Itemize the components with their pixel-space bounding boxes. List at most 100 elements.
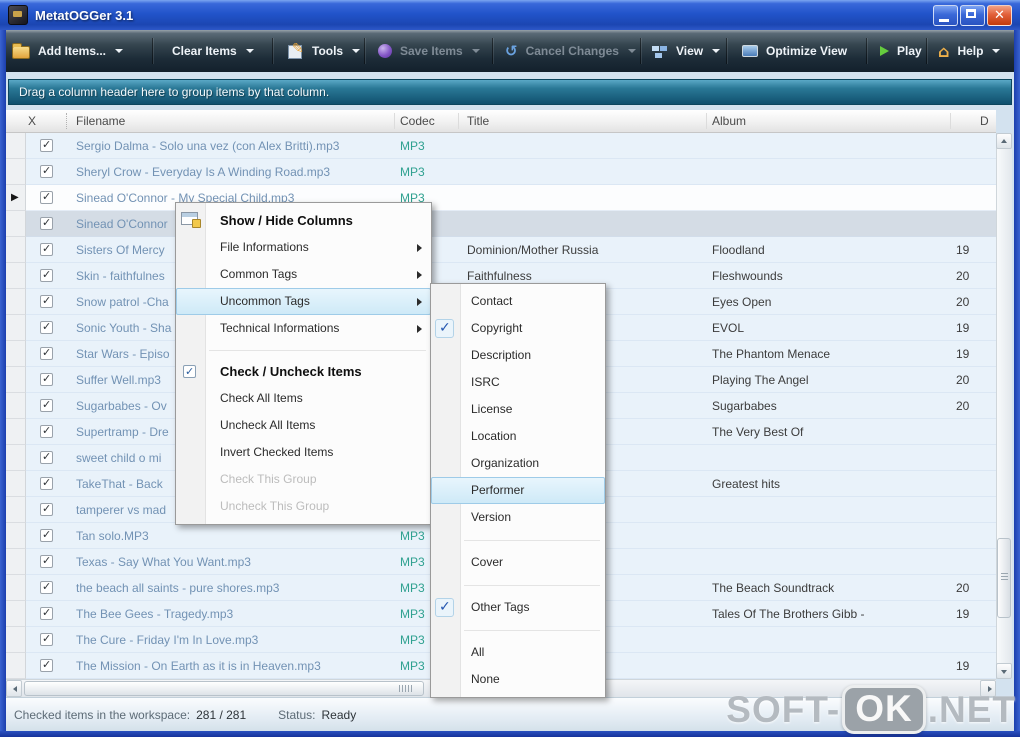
menu-item-license[interactable]: License [431,396,605,423]
column-header-filename[interactable]: Filename [76,110,125,133]
toolbar-button-add-items[interactable]: Add Items... [12,30,124,72]
column-header-title[interactable]: Title [467,110,489,133]
menu-item-check-all-items[interactable]: Check All Items [176,385,431,412]
row-selector-gutter[interactable] [6,627,26,653]
chevron-down-icon[interactable] [992,49,1001,53]
row-selector-gutter[interactable] [6,419,26,445]
close-button[interactable] [987,4,1012,26]
row-checkbox[interactable] [40,139,53,152]
row-selector-gutter[interactable] [6,289,26,315]
column-header-codec[interactable]: Codec [400,110,435,133]
row-selector-gutter[interactable] [6,393,26,419]
row-checkbox[interactable] [40,633,53,646]
table-row[interactable]: Sisters Of MercyDominion/Mother RussiaFl… [6,237,996,263]
row-selector-gutter[interactable] [6,237,26,263]
row-selector-gutter[interactable] [6,315,26,341]
row-selector-gutter[interactable] [6,471,26,497]
menu-item-copyright[interactable]: Copyright [431,315,605,342]
row-selector-gutter[interactable] [6,445,26,471]
toolbar-button-play[interactable]: Play [880,30,926,72]
table-row[interactable]: Sheryl Crow - Everyday Is A Winding Road… [6,159,996,185]
menu-item-technical-informations[interactable]: Technical Informations [176,315,431,342]
row-selector-gutter[interactable] [6,601,26,627]
row-selector-gutter[interactable] [6,263,26,289]
menu-item-other-tags[interactable]: Other Tags [431,594,605,621]
row-checkbox[interactable] [40,451,53,464]
app-icon [8,5,28,25]
row-checkbox[interactable] [40,269,53,282]
row-checkbox[interactable] [40,503,53,516]
filename-cell: The Bee Gees - Tragedy.mp3 [76,607,234,621]
horizontal-scroll-thumb[interactable] [24,681,424,696]
row-selector-gutter[interactable]: ▶ [6,185,26,211]
row-selector-gutter[interactable] [6,549,26,575]
table-row[interactable]: Sergio Dalma - Solo una vez (con Alex Br… [6,133,996,159]
row-checkbox[interactable] [40,373,53,386]
row-selector-gutter[interactable] [6,523,26,549]
row-selector-gutter[interactable] [6,341,26,367]
row-checkbox[interactable] [40,347,53,360]
column-header-d[interactable]: D [980,110,989,133]
minimize-button[interactable] [933,4,958,26]
table-row[interactable]: Sinead O'Connor [6,211,996,237]
row-selector-gutter[interactable] [6,159,26,185]
chevron-down-icon[interactable] [352,49,361,53]
row-checkbox[interactable] [40,399,53,412]
column-header-album[interactable]: Album [712,110,746,133]
row-selector-gutter[interactable] [6,497,26,523]
menu-item-common-tags[interactable]: Common Tags [176,261,431,288]
menu-item-uncheck-all-items[interactable]: Uncheck All Items [176,412,431,439]
vertical-scrollbar[interactable] [996,133,1012,679]
menu-item-description[interactable]: Description [431,342,605,369]
chevron-down-icon[interactable] [245,49,254,53]
row-selector-gutter[interactable] [6,575,26,601]
menu-item-uncommon-tags[interactable]: Uncommon Tags [176,288,431,315]
menu-item-none[interactable]: None [431,666,605,693]
menu-item-organization[interactable]: Organization [431,450,605,477]
row-checkbox[interactable] [40,581,53,594]
table-row[interactable]: ▶Sinead O'Connor - My Special Child.mp3M… [6,185,996,211]
menu-item-invert-checked-items[interactable]: Invert Checked Items [176,439,431,466]
menu-item-all[interactable]: All [431,639,605,666]
toolbar-button-clear-items[interactable]: Clear Items [168,30,254,72]
row-checkbox[interactable] [40,659,53,672]
chevron-down-icon[interactable] [712,49,721,53]
row-selector-gutter[interactable] [6,211,26,237]
column-header-x[interactable]: X [28,110,36,133]
menu-item-isrc[interactable]: ISRC [431,369,605,396]
menu-item-performer[interactable]: Performer [431,477,605,504]
menu-item-file-informations[interactable]: File Informations [176,234,431,261]
row-checkbox[interactable] [40,607,53,620]
maximize-button[interactable] [960,4,985,26]
menu-item-version[interactable]: Version [431,504,605,531]
row-selector-gutter[interactable] [6,133,26,159]
chevron-down-icon[interactable] [115,49,124,53]
row-checkbox[interactable] [40,217,53,230]
row-checkbox[interactable] [40,243,53,256]
menu-item-show-hide-columns[interactable]: Show / Hide Columns [176,207,431,234]
row-checkbox[interactable] [40,477,53,490]
group-by-bar[interactable]: Drag a column header here to group items… [8,79,1012,105]
vertical-scroll-thumb[interactable] [997,538,1011,618]
row-checkbox[interactable] [40,191,53,204]
row-checkbox[interactable] [40,165,53,178]
menu-item-contact[interactable]: Contact [431,288,605,315]
row-checkbox[interactable] [40,425,53,438]
toolbar-button-tools[interactable]: Tools [288,30,361,72]
row-checkbox[interactable] [40,529,53,542]
menu-item-location[interactable]: Location [431,423,605,450]
row-selector-gutter[interactable] [6,653,26,679]
scroll-left-icon[interactable] [6,680,22,697]
menu-item-cover[interactable]: Cover [431,549,605,576]
scroll-down-icon[interactable] [996,663,1012,679]
status-label: Status: [278,707,316,722]
toolbar-button-view[interactable]: View [652,30,721,72]
toolbar-button-optimize-view[interactable]: Optimize View [742,30,851,72]
row-checkbox[interactable] [40,555,53,568]
scroll-up-icon[interactable] [996,133,1012,149]
toolbar-button-help[interactable]: Help [938,30,1001,72]
row-checkbox[interactable] [40,295,53,308]
menu-item-check-uncheck-items[interactable]: Check / Uncheck Items [176,358,431,385]
row-selector-gutter[interactable] [6,367,26,393]
row-checkbox[interactable] [40,321,53,334]
